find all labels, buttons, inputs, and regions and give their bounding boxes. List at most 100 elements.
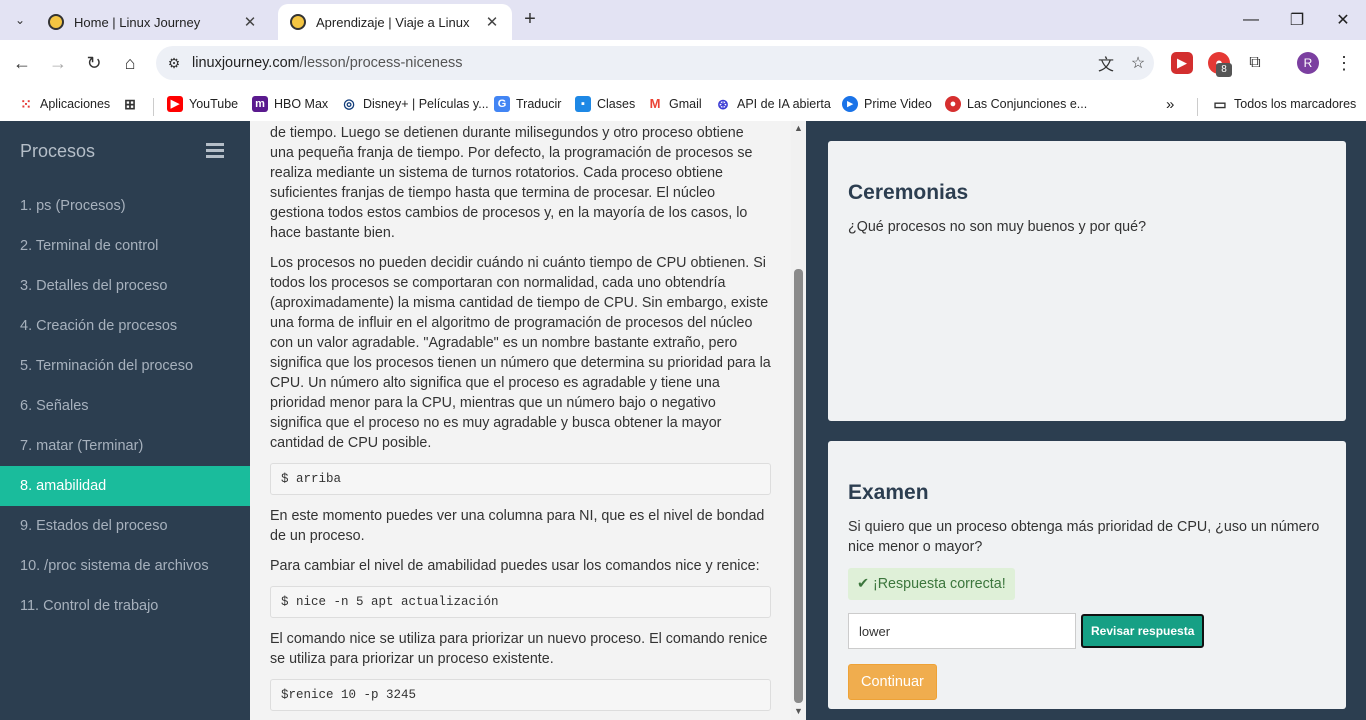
site-info-icon[interactable]: ⚙: [156, 55, 192, 72]
lesson-paragraph: En este momento puedes ver una columna p…: [270, 508, 765, 544]
url-path: /lesson/process-niceness: [299, 55, 463, 71]
bookmark-hbo-max[interactable]: m HBO Max: [252, 92, 328, 116]
tab-close-icon[interactable]: ✕: [484, 13, 500, 31]
restore-icon[interactable]: ❐: [1274, 0, 1320, 40]
lesson-paragraph: Para cambiar el nivel de amabilidad pued…: [270, 558, 760, 574]
exercise-panel: Ceremonias ¿Qué procesos no son muy buen…: [806, 121, 1366, 720]
window-close-icon[interactable]: ✕: [1320, 0, 1366, 40]
correct-answer-alert: ✔ ¡Respuesta correcta!: [848, 568, 1015, 600]
extension-badge: 8: [1216, 63, 1232, 77]
check-answer-button[interactable]: Revisar respuesta: [1081, 614, 1205, 648]
lesson-paragraph: de tiempo. Luego se detienen durante mil…: [270, 125, 753, 241]
browser-tab-strip: ⌄ Home | Linux Journey ✕ Aprendizaje | V…: [0, 0, 1366, 40]
continue-button[interactable]: Continuar: [848, 664, 937, 700]
gmail-icon: M: [649, 96, 661, 111]
conjunciones-icon: ●: [945, 96, 961, 112]
bookmark-prime-video[interactable]: ▸ Prime Video: [842, 92, 932, 116]
profile-avatar[interactable]: R: [1297, 52, 1319, 74]
sidebar-item-creacion[interactable]: 4. Creación de procesos: [0, 306, 250, 346]
hamburger-menu-icon[interactable]: [206, 143, 224, 159]
sidebar-item-detalles[interactable]: 3. Detalles del proceso: [0, 266, 250, 306]
tab-title: Aprendizaje | Viaje a Linux: [316, 14, 470, 30]
translate-page-icon[interactable]: 文: [1090, 51, 1122, 75]
browser-menu-icon[interactable]: ⋮: [1332, 51, 1356, 75]
tab-search-icon[interactable]: ⌄: [8, 8, 32, 32]
ceremonias-card: Ceremonias ¿Qué procesos no son muy buen…: [828, 141, 1346, 421]
youtube-icon: ▶: [167, 96, 183, 112]
sidebar-item-control-trabajo[interactable]: 11. Control de trabajo: [0, 586, 250, 626]
checkmark-icon: ✔: [857, 576, 869, 592]
address-bar[interactable]: ⚙ linuxjourney.com/lesson/process-nicene…: [156, 46, 1154, 80]
sidebar-item-terminal[interactable]: 2. Terminal de control: [0, 226, 250, 266]
bookmark-label: HBO Max: [274, 97, 329, 111]
bookmark-label: Aplicaciones: [40, 97, 111, 111]
extensions-puzzle-icon[interactable]: ⧉: [1244, 52, 1266, 74]
sidebar-item-matar[interactable]: 7. matar (Terminar): [0, 426, 250, 466]
sidebar-item-terminacion[interactable]: 5. Terminación del proceso: [0, 346, 250, 386]
ceremonias-question: ¿Qué procesos no son muy buenos y por qu…: [848, 219, 1147, 235]
scroll-down-icon[interactable]: ▼: [793, 706, 804, 716]
new-tab-plus-icon[interactable]: +: [518, 8, 542, 32]
all-bookmarks[interactable]: ▭ Todos los marcadores: [1212, 92, 1356, 116]
scroll-up-icon[interactable]: ▲: [793, 123, 804, 133]
lesson-content: de tiempo. Luego se detienen durante mil…: [250, 121, 791, 720]
back-arrow-icon[interactable]: ←: [10, 51, 34, 75]
feedback-text: ¡Respuesta correcta!: [872, 576, 1006, 592]
prime-video-icon: ▸: [842, 96, 858, 112]
bookmark-traducir[interactable]: G Traducir: [494, 92, 561, 116]
home-icon[interactable]: ⌂: [118, 51, 142, 75]
examen-title: Examen: [848, 481, 929, 504]
bookmark-youtube[interactable]: ▶ YouTube: [167, 92, 238, 116]
sidebar-item-senales[interactable]: 6. Señales: [0, 386, 250, 426]
folder-icon: ▭: [1213, 96, 1227, 112]
bookmark-label: Todos los marcadores: [1234, 97, 1357, 111]
browser-toolbar: ← → ↻ ⌂ ⚙ linuxjourney.com/lesson/proces…: [0, 40, 1366, 86]
content-scrollbar[interactable]: ▲ ▼: [791, 121, 806, 720]
sidebar-item-ps[interactable]: 1. ps (Procesos): [0, 186, 250, 226]
scrollbar-thumb[interactable]: [794, 269, 803, 703]
bookmark-gmail[interactable]: M Gmail: [647, 92, 702, 116]
minimize-icon[interactable]: —: [1228, 0, 1274, 40]
classroom-icon: ▪: [575, 96, 591, 112]
bookmarks-overflow-icon[interactable]: »: [1166, 92, 1174, 116]
browser-tab-aprendizaje[interactable]: Aprendizaje | Viaje a Linux ✕: [278, 4, 512, 40]
bookmark-label: API de IA abierta: [737, 97, 831, 111]
hbo-max-icon: m: [252, 96, 268, 112]
bookmark-disney[interactable]: ◎ Disney+ | Películas y...: [341, 92, 488, 116]
tab-close-icon[interactable]: ✕: [242, 13, 258, 31]
code-block: $ nice -n 5 apt actualización: [270, 586, 771, 618]
lesson-paragraph: El comando nice se utiliza para prioriza…: [270, 631, 768, 667]
sidebar-item-proc[interactable]: 10. /proc sistema de archivos: [0, 546, 250, 586]
bookmark-conjunciones[interactable]: ● Las Conjunciones e...: [945, 92, 1087, 116]
bookmark-grid[interactable]: ⊞: [122, 92, 144, 116]
browser-tab-home[interactable]: Home | Linux Journey ✕: [36, 4, 270, 40]
forward-arrow-icon[interactable]: →: [46, 51, 70, 75]
bookmark-star-icon[interactable]: ☆: [1122, 53, 1154, 73]
reload-icon[interactable]: ↻: [82, 51, 106, 75]
bookmark-clases[interactable]: ▪ Clases: [575, 92, 635, 116]
bookmarks-bar: ⁙ Aplicaciones ⊞ ▶ YouTube m HBO Max ◎ Disne…: [0, 86, 1366, 121]
bookmark-label: Clases: [597, 97, 636, 111]
lesson-paragraph: Los procesos no pueden decidir cuándo ni…: [270, 255, 771, 451]
sidebar-title: Procesos: [20, 141, 96, 161]
bookmark-label: YouTube: [189, 97, 239, 111]
examen-card: Examen Si quiero que un proceso obtenga …: [828, 441, 1346, 709]
bookmark-label: Las Conjunciones e...: [967, 97, 1088, 111]
lesson-sidebar: Procesos 1. ps (Procesos) 2. Terminal de…: [0, 121, 250, 720]
sidebar-item-amabilidad[interactable]: 8. amabilidad: [0, 466, 250, 506]
apps-grid-icon: ⁙: [20, 96, 32, 112]
url-host: linuxjourney.com: [192, 55, 300, 71]
url-text[interactable]: linuxjourney.com/lesson/process-niceness: [192, 55, 1090, 71]
bookmark-openai[interactable]: ⊛ API de IA abierta: [715, 92, 831, 116]
grid-icon: ⊞: [124, 96, 136, 112]
bookmark-divider: [1197, 98, 1198, 116]
disney-icon: ◎: [343, 96, 355, 111]
answer-input[interactable]: [848, 613, 1076, 649]
bookmark-divider: [153, 98, 154, 116]
bookmark-aplicaciones[interactable]: ⁙ Aplicaciones: [18, 92, 110, 116]
sidebar-item-estados[interactable]: 9. Estados del proceso: [0, 506, 250, 546]
tab-title: Home | Linux Journey: [74, 14, 201, 30]
translate-icon: G: [494, 96, 510, 112]
code-block: $renice 10 -p 3245: [270, 679, 771, 711]
video-extension-icon[interactable]: ▶: [1171, 52, 1193, 74]
